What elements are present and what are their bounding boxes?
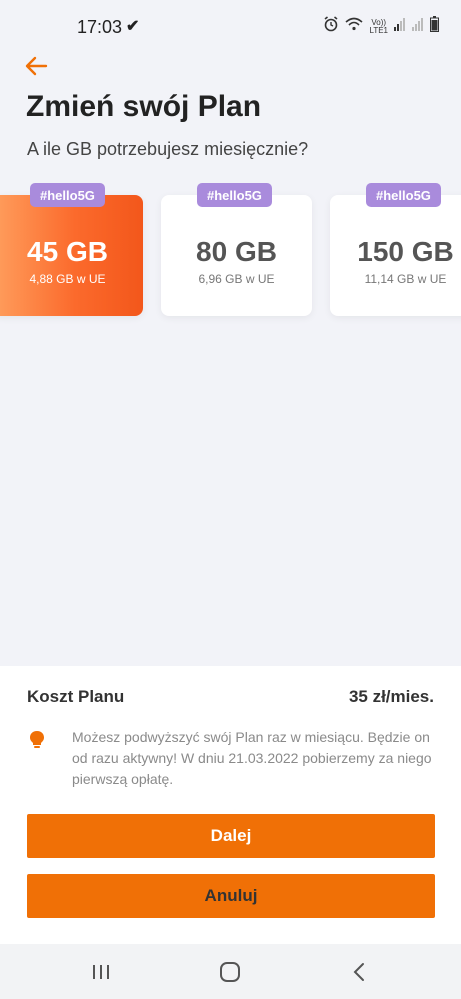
plan-data-amount: 45 GB (27, 235, 108, 267)
plan-eu-amount: 4,88 GB w UE (29, 271, 106, 286)
hello5g-badge: #hello5G (197, 183, 272, 207)
lightbulb-icon (29, 730, 45, 750)
status-bar: 17:03 ✔ Vo)) LTE1 (0, 0, 461, 52)
back-button[interactable] (22, 52, 52, 82)
recent-apps-button[interactable] (89, 960, 113, 984)
plan-data-amount: 80 GB (196, 235, 277, 267)
plan-card-80gb[interactable]: 80 GB 6,96 GB w UE (161, 195, 312, 316)
next-button[interactable]: Dalej (27, 814, 435, 858)
plan-data-amount: 150 GB (357, 235, 454, 267)
status-time: 17:03 (77, 17, 123, 37)
lte-label: LTE1 (369, 25, 388, 35)
plan-eu-amount: 11,14 GB w UE (364, 271, 447, 286)
plan-card-45gb[interactable]: 45 GB 4,88 GB w UE (0, 195, 143, 316)
battery-icon (430, 16, 439, 37)
recent-apps-icon (93, 965, 109, 979)
plans-carousel[interactable]: 45 GB 4,88 GB w UE #hello5G 80 GB 6,96 G… (0, 183, 461, 323)
plan-card-150gb[interactable]: 150 GB 11,14 GB w UE (330, 195, 461, 316)
system-nav-bar (0, 944, 461, 999)
alarm-icon (323, 16, 339, 37)
home-button[interactable] (218, 960, 242, 984)
cost-label: Koszt Planu (27, 687, 125, 706)
hello5g-badge: #hello5G (366, 183, 441, 207)
info-text: Możesz podwyższyć swój Plan raz w miesią… (72, 729, 432, 787)
plan-eu-amount: 6,96 GB w UE (198, 271, 275, 286)
system-back-button[interactable] (347, 960, 371, 984)
lte-indicator: Vo)) LTE1 (369, 18, 388, 35)
status-icons: Vo)) LTE1 (323, 16, 439, 37)
signal-icon (412, 17, 424, 36)
check-icon: ✔ (126, 18, 140, 35)
hello5g-badge: #hello5G (30, 183, 105, 207)
home-icon (220, 962, 240, 982)
page-title: Zmień swój Plan (26, 90, 262, 123)
signal-icon (394, 17, 406, 36)
chevron-left-icon (353, 963, 364, 981)
cost-value: 35 zł/mies. (348, 687, 434, 706)
wifi-icon (345, 17, 363, 36)
plan-summary-panel: Koszt Planu 35 zł/mies. Możesz podwyższy… (0, 666, 461, 944)
arrow-left-icon (25, 56, 48, 76)
cancel-button[interactable]: Anuluj (27, 874, 435, 918)
page-subtitle: A ile GB potrzebujesz miesięcznie? (27, 139, 309, 159)
